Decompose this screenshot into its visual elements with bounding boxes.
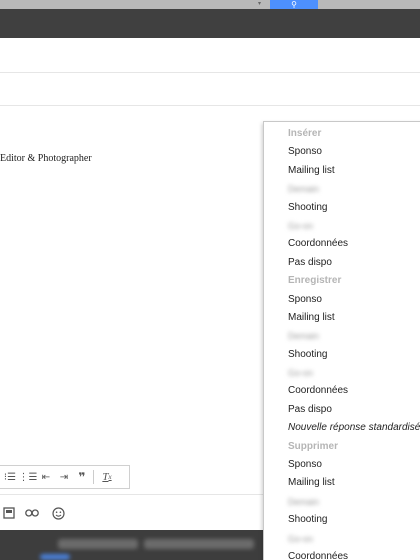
- insert-emoji-icon[interactable]: [51, 505, 65, 521]
- menu-item-mailing-list[interactable]: Mailing list: [264, 309, 420, 327]
- menu-item-mailing-list[interactable]: Mailing list: [264, 162, 420, 180]
- subject-divider: [0, 105, 420, 106]
- insert-link-icon[interactable]: [24, 505, 40, 521]
- search-icon: ⚲: [291, 0, 297, 9]
- menu-item-blurred[interactable]: Go-on: [264, 217, 420, 235]
- menu-item-pas-dispo[interactable]: Pas dispo: [264, 254, 420, 272]
- bulleted-list-icon[interactable]: ⋮☰: [19, 468, 38, 486]
- status-text-blurred: [144, 539, 254, 549]
- top-search-bar: ▾ ⚲: [0, 0, 420, 9]
- compose-window: ▾ ⚲ Editor & Photographer ⁝☰ ⋮☰ ⇤ ⇥ ❞ Tx: [0, 0, 420, 560]
- menu-item-shooting[interactable]: Shooting: [264, 346, 420, 364]
- menu-header-delete: Supprimer: [288, 440, 339, 452]
- menu-item-shooting[interactable]: Shooting: [264, 511, 420, 529]
- menu-item-mailing-list[interactable]: Mailing list: [264, 474, 420, 492]
- menu-item-coordonnees[interactable]: Coordonnées: [264, 548, 420, 560]
- menu-item-coordonnees[interactable]: Coordonnées: [264, 235, 420, 253]
- menu-item-pas-dispo[interactable]: Pas dispo: [264, 401, 420, 419]
- menu-item-blurred[interactable]: Demain: [264, 493, 420, 511]
- toolbar-separator: [93, 470, 94, 484]
- recipients-divider: [0, 72, 420, 73]
- menu-header-insert: Insérer: [288, 128, 322, 139]
- menu-item-coordonnees[interactable]: Coordonnées: [264, 382, 420, 400]
- indent-more-icon[interactable]: ⇥: [56, 468, 72, 486]
- quote-icon[interactable]: ❞: [74, 468, 90, 486]
- formatting-toolbar: ⁝☰ ⋮☰ ⇤ ⇥ ❞ Tx: [0, 465, 130, 489]
- numbered-list-icon[interactable]: ⁝☰: [2, 468, 18, 486]
- menu-item-sponso[interactable]: Sponso: [264, 143, 420, 161]
- menu-item-blurred[interactable]: Go-on: [264, 364, 420, 382]
- menu-item-sponso[interactable]: Sponso: [264, 291, 420, 309]
- canned-responses-menu: Insérer Sponso Mailing list Demain Shoot…: [263, 121, 420, 560]
- search-button[interactable]: ⚲: [270, 0, 318, 9]
- menu-item-blurred[interactable]: Go-on: [264, 530, 420, 548]
- insert-photo-icon[interactable]: [2, 505, 16, 521]
- status-text-blurred: [58, 539, 138, 549]
- menu-item-sponso[interactable]: Sponso: [264, 456, 420, 474]
- menu-item-blurred[interactable]: Demain: [264, 180, 420, 198]
- signature-line[interactable]: Editor & Photographer: [0, 153, 92, 164]
- status-accent: [40, 554, 70, 560]
- indent-less-icon[interactable]: ⇤: [38, 468, 54, 486]
- search-options-caret-icon[interactable]: ▾: [258, 0, 261, 9]
- menu-item-new-canned-response[interactable]: Nouvelle réponse standardisée: [264, 419, 420, 437]
- menu-item-shooting[interactable]: Shooting: [264, 199, 420, 217]
- menu-item-blurred[interactable]: Demain: [264, 327, 420, 345]
- header-band: [0, 9, 420, 38]
- remove-formatting-icon[interactable]: Tx: [99, 468, 115, 486]
- menu-header-save: Enregistrer: [288, 275, 342, 287]
